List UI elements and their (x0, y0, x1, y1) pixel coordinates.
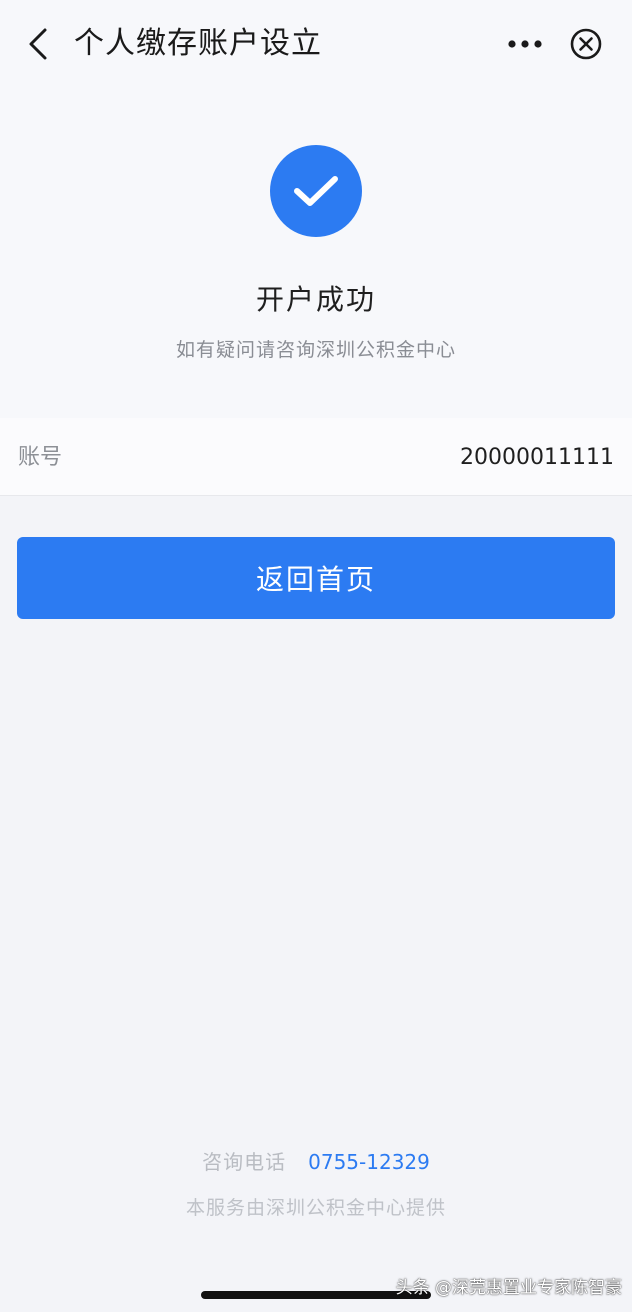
success-title: 开户成功 (255, 283, 376, 316)
service-provider-text: 本服务由深圳公积金中心提供 (185, 1197, 446, 1219)
nav-header: 个人缴存账户设立 (0, 0, 632, 88)
check-circle-icon (270, 145, 362, 237)
chevron-left-icon (29, 28, 47, 60)
more-dots-icon (508, 40, 542, 48)
more-button[interactable] (500, 22, 550, 66)
account-label: 账号 (18, 445, 63, 470)
hotline-label: 咨询电话 (202, 1150, 287, 1174)
return-home-button[interactable]: 返回首页 (17, 537, 615, 619)
account-number: 20000011111 (460, 445, 614, 470)
return-home-label: 返回首页 (255, 563, 376, 596)
hotline: 咨询电话 0755-12329 (0, 1148, 632, 1176)
page-title: 个人缴存账户设立 (74, 26, 322, 61)
hotline-number-link[interactable]: 0755-12329 (308, 1150, 430, 1174)
account-row: 账号 20000011111 (0, 418, 632, 496)
close-circle-icon (570, 28, 602, 60)
success-subtitle: 如有疑问请咨询深圳公积金中心 (175, 339, 456, 361)
page: 个人缴存账户设立 开户成功 如有疑问请咨询深圳公积金中心 账号 20000011… (0, 0, 632, 1312)
close-button[interactable] (566, 24, 606, 64)
back-button[interactable] (18, 22, 58, 66)
watermark: 头条 @深莞惠置业专家陈智豪 (395, 1278, 622, 1298)
success-card: 开户成功 如有疑问请咨询深圳公积金中心 (0, 88, 632, 418)
